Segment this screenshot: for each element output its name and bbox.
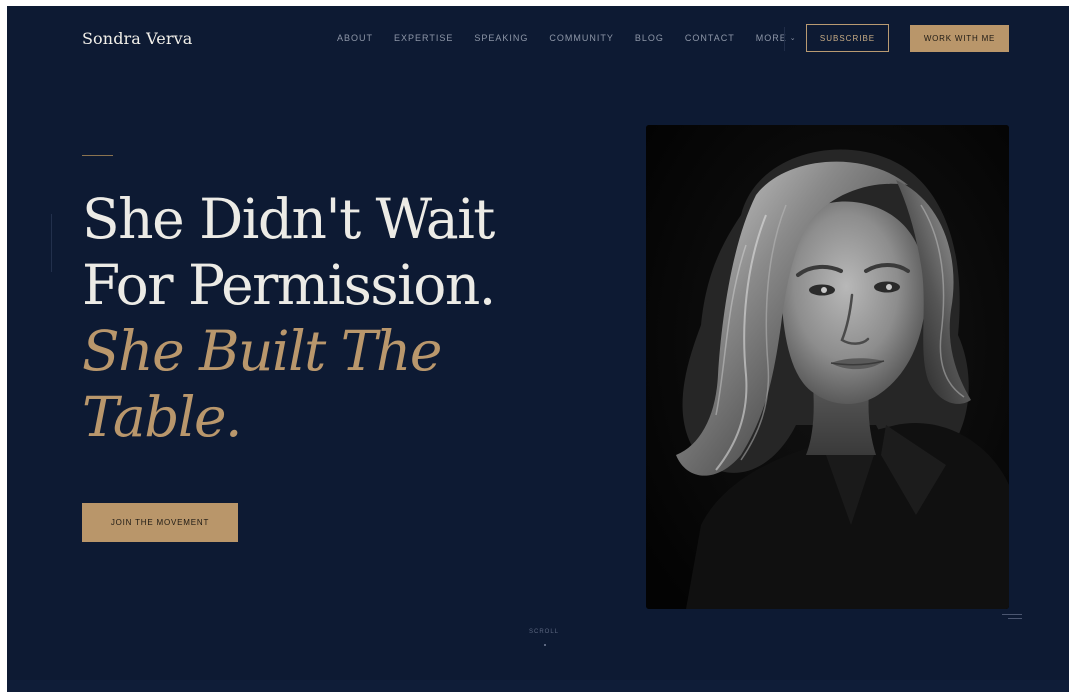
headline-line-3: She Built The [82, 319, 442, 383]
work-with-me-button[interactable]: WORK WITH ME [910, 25, 1009, 52]
nav-more-label: MORE [755, 33, 787, 43]
section-divider [7, 680, 1069, 692]
scroll-indicator-dot [544, 644, 546, 646]
left-rule [51, 214, 52, 272]
scroll-indicator-label[interactable]: SCROLL [529, 629, 559, 635]
nav-community[interactable]: COMMUNITY [549, 33, 614, 43]
chevron-down-icon: ⌄ [789, 35, 797, 42]
join-the-movement-button[interactable]: JOIN THE MOVEMENT [82, 503, 238, 542]
nav-expertise[interactable]: EXPERTISE [394, 33, 453, 43]
nav-divider [784, 27, 785, 51]
portrait-illustration [646, 125, 1009, 609]
headline-line-1: She Didn't Wait [82, 187, 495, 251]
headline-line-4: Table. [82, 385, 243, 449]
corner-decoration [1002, 614, 1022, 620]
nav-speaking[interactable]: SPEAKING [474, 33, 528, 43]
accent-line [82, 155, 113, 156]
brand-logo[interactable]: Sondra Verva [82, 29, 192, 48]
page-frame: Sondra Verva ABOUT EXPERTISE SPEAKING CO… [7, 6, 1069, 692]
nav-more[interactable]: MORE ⌄ [756, 33, 797, 43]
headline-line-2: For Permission. [82, 253, 496, 317]
hero-headline: She Didn't Wait For Permission. She Buil… [82, 186, 496, 450]
nav-about[interactable]: ABOUT [337, 33, 373, 43]
nav-contact[interactable]: CONTACT [685, 33, 735, 43]
subscribe-button[interactable]: SUBSCRIBE [806, 24, 889, 52]
portrait-image [646, 125, 1009, 609]
nav-blog[interactable]: BLOG [635, 33, 664, 43]
main-nav: ABOUT EXPERTISE SPEAKING COMMUNITY BLOG … [337, 33, 797, 43]
